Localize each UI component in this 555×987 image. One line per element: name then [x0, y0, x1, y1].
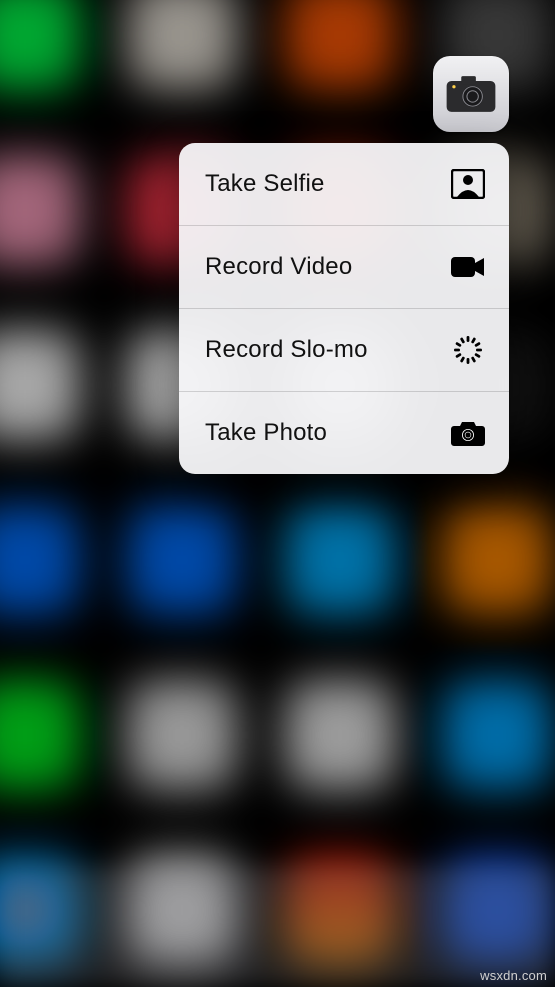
quick-action-label: Take Photo	[205, 419, 327, 447]
camera-icon	[445, 74, 497, 114]
video-camera-icon	[451, 252, 485, 282]
camera-app-icon[interactable]	[433, 56, 509, 132]
quick-action-label: Record Slo-mo	[205, 336, 368, 364]
person-silhouette-icon	[451, 169, 485, 199]
quick-action-record-video[interactable]: Record Video	[179, 226, 509, 309]
camera-icon	[451, 418, 485, 448]
quick-actions-menu: Take Selfie Record Video Record Slo-mo	[179, 143, 509, 474]
watermark: wsxdn.com	[480, 968, 547, 983]
quick-action-label: Take Selfie	[205, 170, 325, 198]
quick-action-take-photo[interactable]: Take Photo	[179, 392, 509, 474]
slo-mo-spinner-icon	[451, 335, 485, 365]
quick-action-take-selfie[interactable]: Take Selfie	[179, 143, 509, 226]
quick-action-label: Record Video	[205, 253, 352, 281]
quick-action-record-slo-mo[interactable]: Record Slo-mo	[179, 309, 509, 392]
